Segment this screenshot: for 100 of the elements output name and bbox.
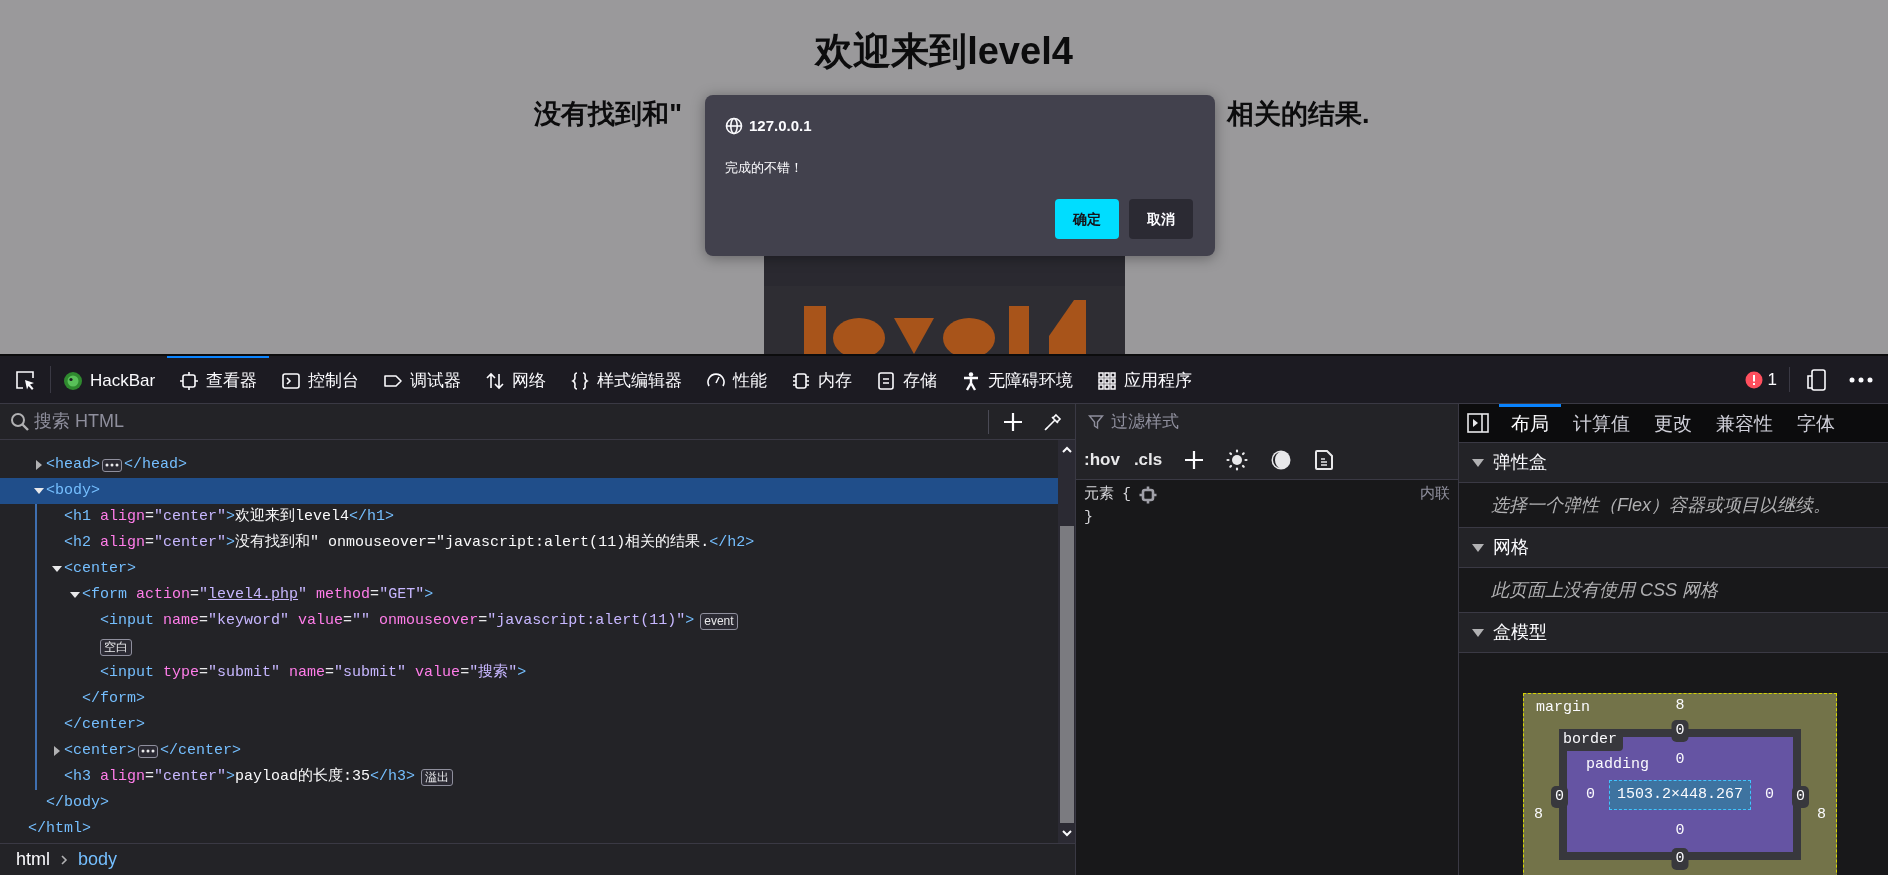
rule-selector: 元素 <box>1084 484 1114 505</box>
search-field[interactable]: 搜索 HTML <box>30 407 988 436</box>
ellipsis-button[interactable] <box>102 458 122 472</box>
tree-row[interactable]: <input type="submit" name="submit" value="搜索"> <box>0 660 1058 686</box>
section-title: 弹性盒 <box>1493 451 1547 474</box>
devtools-tab[interactable]: 应用程序 <box>1085 356 1205 403</box>
code-line: </html> <box>28 818 91 839</box>
box-model-value: 0 <box>1675 822 1685 840</box>
tree-row[interactable]: <center> </center> <box>0 738 1058 764</box>
cancel-button[interactable]: 取消 <box>1129 199 1193 239</box>
box-model-value: 0 <box>1765 786 1774 804</box>
node-badge[interactable]: 空白 <box>100 638 132 656</box>
code-line: <center> <box>64 740 136 761</box>
filter-icon <box>1088 414 1104 430</box>
code-line: <input name="keyword" value="" onmouseover="javascript:alert(11)"> <box>100 610 695 631</box>
breadcrumb-item[interactable]: body <box>78 846 118 873</box>
panel-tab[interactable]: 计算值 <box>1561 404 1642 442</box>
code-line: <body> <box>46 480 100 501</box>
devtools-tab[interactable]: 控制台 <box>269 356 372 403</box>
tree-row[interactable]: <input name="keyword" value="" onmouseover="javascript:alert(11)"> event <box>0 608 1058 634</box>
rule-brace: { <box>1122 485 1131 505</box>
tree-row[interactable]: <h2 align="center">没有找到和" onmouseover="javascript:alert(11)相关的结果.</h2> <box>0 530 1058 556</box>
devtools-tab[interactable]: HackBar <box>51 356 168 403</box>
page-subheading: 没有找到和" <box>534 99 682 129</box>
panel-tab[interactable]: 字体 <box>1785 404 1847 442</box>
plus-icon[interactable] <box>1184 449 1205 470</box>
devtools-tab[interactable]: 样式编辑器 <box>558 356 695 403</box>
tree-row[interactable]: <center> <box>0 556 1058 582</box>
file-link[interactable]: level4.php <box>208 583 299 607</box>
filter-field[interactable]: 过滤样式 <box>1109 408 1458 436</box>
tree-row[interactable]: <head> </head> <box>0 452 1058 478</box>
devtools-tab[interactable]: 存储 <box>864 356 950 403</box>
caret-down-icon[interactable] <box>1471 627 1485 638</box>
devtools-tab[interactable]: 性能 <box>694 356 780 403</box>
plus-icon[interactable] <box>1003 411 1023 432</box>
ellipsis-button[interactable] <box>138 744 158 758</box>
code-line: " method="GET"> <box>298 584 434 605</box>
code-line: <head> <box>46 454 100 475</box>
caret-down-icon[interactable] <box>70 590 80 600</box>
code-line: <h2 align="center">没有找到和" onmouseover="javascript:alert(11)相关的结果.</h2> <box>64 532 755 553</box>
toggle-button[interactable]: .cls <box>1133 446 1163 473</box>
crosshair-icon[interactable] <box>1139 486 1157 505</box>
dialog-origin: 127.0.0.1 <box>749 116 812 136</box>
devtools-tab[interactable]: 调试器 <box>371 356 474 403</box>
section-title: 盒模型 <box>1493 621 1547 644</box>
caret-down-icon[interactable] <box>1060 827 1073 839</box>
caret-down-icon[interactable] <box>52 564 62 574</box>
tree-row[interactable]: <body> <box>0 478 1058 504</box>
document-icon[interactable] <box>1314 448 1335 471</box>
box-model-value: 0 <box>1671 720 1689 742</box>
devtools-tab[interactable]: 网络 <box>473 356 559 403</box>
tree-row[interactable]: <h1 align="center">欢迎来到level4</h1> <box>0 504 1058 530</box>
devtools-tab[interactable]: 无障碍环境 <box>949 356 1086 403</box>
box-model-label: margin <box>1536 699 1590 717</box>
code-line: </center> <box>64 714 145 735</box>
caret-down-icon[interactable] <box>1471 457 1485 468</box>
box-model-value: 0 <box>1551 786 1568 808</box>
panel-tab[interactable]: 兼容性 <box>1704 404 1785 442</box>
section-header[interactable]: 网格 <box>1459 528 1888 568</box>
content-size: 1503.2×448.267 <box>1609 780 1751 810</box>
ok-button[interactable]: 确定 <box>1055 199 1119 239</box>
node-badge[interactable]: 溢出 <box>421 768 454 786</box>
globe-icon <box>725 117 743 136</box>
contrast-icon[interactable] <box>1270 448 1293 471</box>
section-header[interactable]: 弹性盒 <box>1459 443 1888 483</box>
code-line: <center> <box>64 558 136 579</box>
toggle-button[interactable]: :hov <box>1084 446 1120 473</box>
devices-icon[interactable] <box>1804 367 1828 392</box>
sidebar-icon[interactable] <box>1467 413 1489 433</box>
ellipsis-icon <box>105 463 119 467</box>
tree-row[interactable]: <h3 align="center">payload的长度:35</h3> 溢出 <box>0 764 1058 790</box>
node-badge[interactable]: event <box>700 612 738 630</box>
caret-right-icon[interactable] <box>34 460 44 470</box>
caret-down-icon[interactable] <box>1471 542 1485 553</box>
sun-icon[interactable] <box>1226 448 1249 471</box>
caret-down-icon[interactable] <box>34 486 44 496</box>
devtools-tab[interactable]: 内存 <box>779 356 865 403</box>
tree-row[interactable]: <form action="level4.php" method="GET"> <box>0 582 1058 608</box>
error-count[interactable]: 1 <box>1767 366 1777 393</box>
braces-icon <box>570 370 591 391</box>
caret-right-icon[interactable] <box>52 746 62 756</box>
scrollbar[interactable] <box>1058 440 1075 843</box>
grid-icon <box>1097 370 1118 391</box>
section-header[interactable]: 盒模型 <box>1459 613 1888 653</box>
panel-tab[interactable]: 更改 <box>1642 404 1704 442</box>
drawer-icon <box>876 370 897 391</box>
code-line: <h3 align="center">payload的长度:35</h3> <box>64 766 416 787</box>
tree-row[interactable]: 空白 <box>0 634 1058 660</box>
more-icon[interactable] <box>1848 375 1874 384</box>
chevron-icon <box>60 853 68 866</box>
crosshair-icon <box>179 370 200 391</box>
page-subheading: 相关的结果. <box>1227 98 1370 131</box>
breadcrumb-item[interactable]: html <box>16 846 50 873</box>
eyedropper-icon[interactable] <box>1043 411 1063 432</box>
rule-brace: } <box>1084 507 1094 528</box>
pick-element-icon[interactable] <box>14 368 36 391</box>
logo-icon <box>63 370 83 391</box>
code-line: <form action=" <box>82 584 209 605</box>
dialog-message: 完成的不错！ <box>725 158 804 177</box>
scroll-thumb[interactable] <box>1059 526 1074 823</box>
